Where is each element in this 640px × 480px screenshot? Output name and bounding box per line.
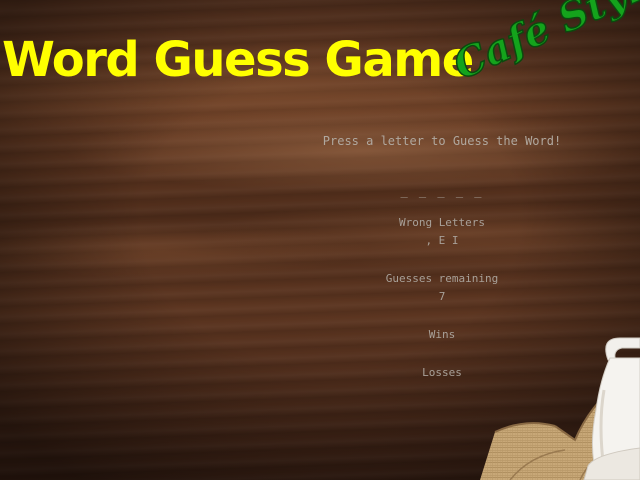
current-word: _ _ _ _ _ bbox=[400, 184, 484, 198]
coffee-cup-image bbox=[470, 330, 640, 480]
wrong-letters-value: , E I bbox=[425, 234, 459, 247]
guesses-remaining-value: 7 bbox=[438, 290, 446, 303]
guesses-remaining-label: Guesses remaining bbox=[385, 272, 499, 285]
instructions-text: Press a letter to Guess the Word! bbox=[322, 134, 562, 148]
wrong-letters-label: Wrong Letters bbox=[398, 216, 486, 229]
coffee-cup-illustration bbox=[480, 337, 640, 480]
game-title: Word Guess Game bbox=[2, 32, 474, 88]
